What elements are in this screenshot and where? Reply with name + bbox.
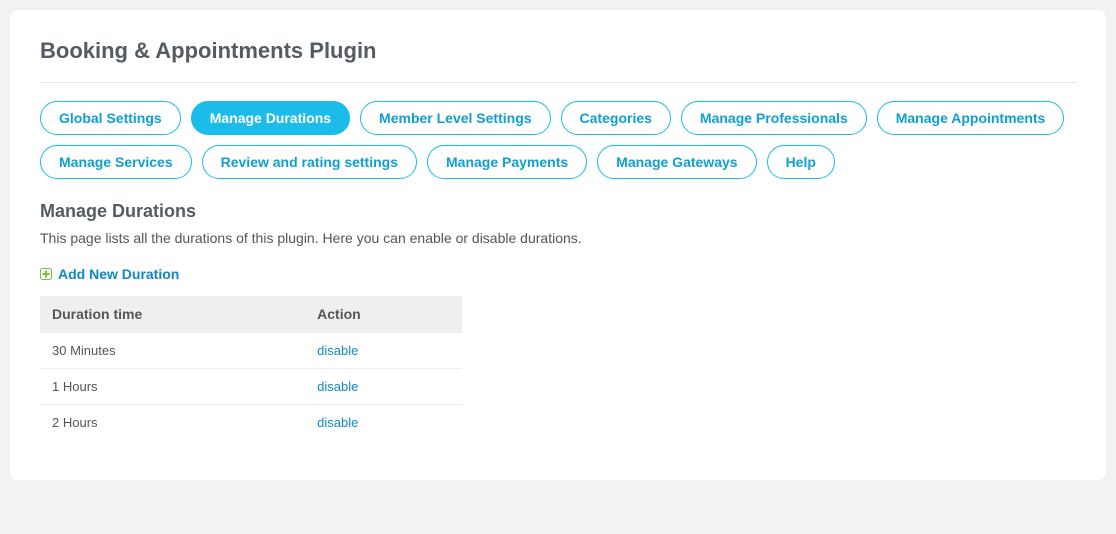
main-panel: Booking & Appointments Plugin Global Set…	[10, 10, 1106, 480]
tab-manage-services[interactable]: Manage Services	[40, 145, 192, 179]
page-title: Booking & Appointments Plugin	[40, 38, 1076, 64]
disable-link[interactable]: disable	[317, 415, 358, 430]
add-new-duration-link[interactable]: Add New Duration	[40, 266, 179, 282]
col-duration-header: Duration time	[40, 296, 305, 333]
tab-manage-payments[interactable]: Manage Payments	[427, 145, 587, 179]
duration-cell: 30 Minutes	[40, 333, 305, 369]
section-title: Manage Durations	[40, 201, 1076, 222]
divider	[40, 82, 1076, 83]
tab-manage-professionals[interactable]: Manage Professionals	[681, 101, 867, 135]
tab-global-settings[interactable]: Global Settings	[40, 101, 181, 135]
tab-label: Manage Gateways	[616, 154, 737, 170]
tab-label: Member Level Settings	[379, 110, 532, 126]
tab-manage-gateways[interactable]: Manage Gateways	[597, 145, 756, 179]
action-cell: disable	[305, 369, 462, 405]
tab-label: Manage Professionals	[700, 110, 848, 126]
col-action-header: Action	[305, 296, 462, 333]
tab-label: Categories	[580, 110, 652, 126]
tab-categories[interactable]: Categories	[561, 101, 671, 135]
table-row: 30 Minutes disable	[40, 333, 462, 369]
table-row: 2 Hours disable	[40, 405, 462, 441]
tab-label: Global Settings	[59, 110, 162, 126]
tab-label: Manage Payments	[446, 154, 568, 170]
duration-cell: 2 Hours	[40, 405, 305, 441]
disable-link[interactable]: disable	[317, 343, 358, 358]
plus-icon	[40, 268, 52, 280]
tab-label: Manage Services	[59, 154, 173, 170]
tab-manage-appointments[interactable]: Manage Appointments	[877, 101, 1065, 135]
tab-list: Global Settings Manage Durations Member Le…	[40, 101, 1076, 179]
table-row: 1 Hours disable	[40, 369, 462, 405]
add-new-duration-label: Add New Duration	[58, 266, 179, 282]
durations-table: Duration time Action 30 Minutesdisable1 …	[40, 296, 462, 440]
disable-link[interactable]: disable	[317, 379, 358, 394]
tab-label: Manage Durations	[210, 110, 331, 126]
tab-label: Manage Appointments	[896, 110, 1046, 126]
section-description: This page lists all the durations of thi…	[40, 230, 1076, 246]
duration-cell: 1 Hours	[40, 369, 305, 405]
tab-label: Review and rating settings	[221, 154, 398, 170]
tab-member-level-settings[interactable]: Member Level Settings	[360, 101, 551, 135]
tab-manage-durations[interactable]: Manage Durations	[191, 101, 350, 135]
tab-help[interactable]: Help	[767, 145, 835, 179]
tab-label: Help	[786, 154, 816, 170]
action-cell: disable	[305, 333, 462, 369]
tab-review-and-rating-settings[interactable]: Review and rating settings	[202, 145, 417, 179]
action-cell: disable	[305, 405, 462, 441]
